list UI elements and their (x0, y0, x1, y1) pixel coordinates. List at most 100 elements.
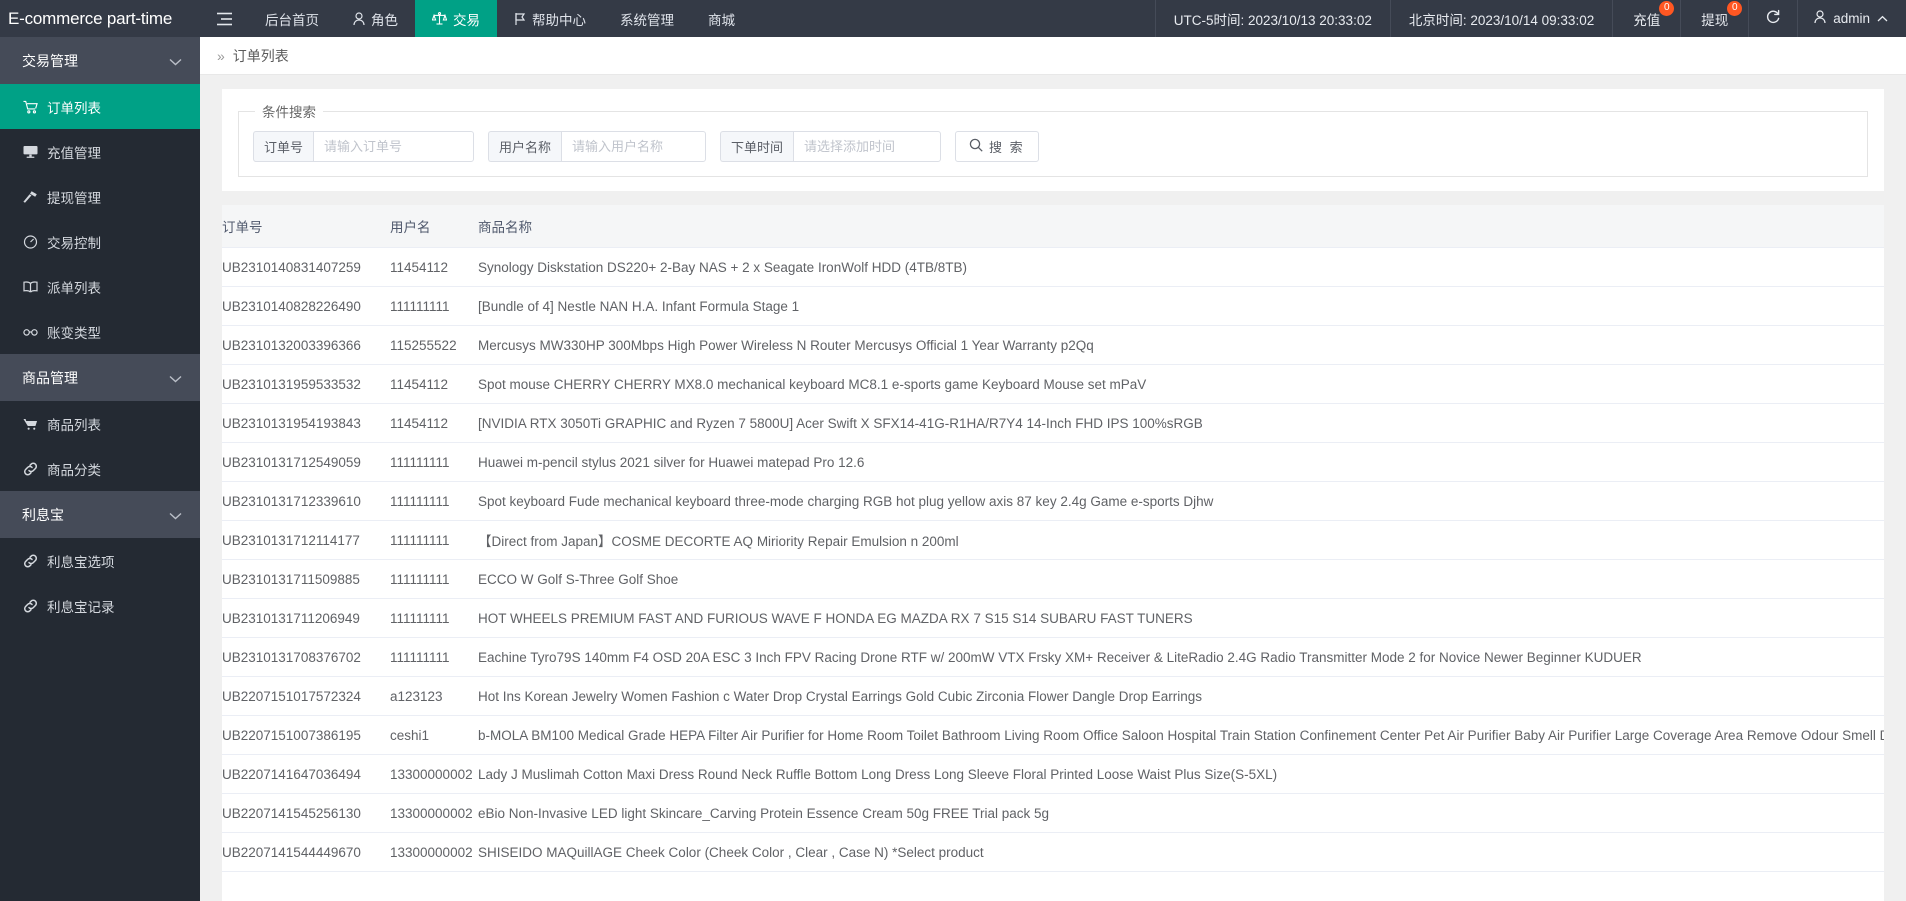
table-row[interactable]: UB2310140831407259 11454112 Synology Disks… (222, 247, 1884, 287)
recharge-button[interactable]: 充值 0 (1612, 0, 1680, 37)
nav-item-mall[interactable]: 商城 (691, 0, 752, 37)
table-row[interactable]: UB2310131959533532 11454112 Spot mouse CHE… (222, 364, 1884, 404)
withdraw-label: 提现 (1701, 12, 1729, 28)
nav-item-label: 系统管理 (620, 12, 674, 28)
sidebar: 交易管理 订单列表 充值管理 提现管理 交易控制 派单列表 账变类型 商品管理 … (0, 37, 200, 901)
table-row[interactable]: UB2310131711206949 111111111 HOT WHEELS PR… (222, 598, 1884, 638)
sidebar-item-withdraw-mgmt[interactable]: 提现管理 (0, 174, 200, 219)
cell-product-name: Spot mouse CHERRY CHERRY MX8.0 mechanica… (478, 364, 1884, 404)
table-row[interactable]: UB2310132003396366 115255522 Mercusys MW33… (222, 325, 1884, 365)
orders-table: 订单号 用户名 商品名称 UB2310140831407259 11454112 S… (222, 205, 1884, 872)
link-icon (22, 462, 38, 476)
table-row[interactable]: UB2207151017572324 a123123 Hot Ins Korean … (222, 676, 1884, 716)
sidebar-item-order-list[interactable]: 订单列表 (0, 84, 200, 129)
flag-icon (514, 12, 526, 26)
user-menu[interactable]: admin (1797, 0, 1906, 37)
scale-icon (432, 11, 447, 26)
withdraw-button[interactable]: 提现 0 (1680, 0, 1748, 37)
cell-product-name: b-MOLA BM100 Medical Grade HEPA Filter A… (478, 715, 1884, 755)
top-header: E-commerce part-time 后台首页 角色 交易 帮助中心 系统管… (0, 0, 1906, 37)
sidebar-item-interest-options[interactable]: 利息宝选项 (0, 538, 200, 583)
sidebar-group-product[interactable]: 商品管理 (0, 354, 200, 401)
search-panel: 条件搜索 订单号 用户名称 下单时间 (222, 89, 1884, 191)
cell-product-name: Huawei m-pencil stylus 2021 silver for H… (478, 442, 1884, 482)
book-icon (22, 280, 38, 294)
hamburger-icon[interactable] (200, 0, 248, 37)
table-row[interactable]: UB2207151007386195 ceshi1 b-MOLA BM100 Med… (222, 715, 1884, 755)
username-input[interactable] (561, 131, 707, 162)
cell-product-name: 【Direct from Japan】COSME DECORTE AQ Miri… (478, 520, 1884, 560)
breadcrumb-current: 订单列表 (232, 47, 289, 64)
table-row[interactable]: UB2207141545256130 13300000002 eBio Non-In… (222, 793, 1884, 833)
sidebar-item-product-category[interactable]: 商品分类 (0, 446, 200, 491)
cell-username: 13300000002 (390, 832, 478, 872)
beijing-time: 北京时间: 2023/10/14 09:33:02 (1389, 0, 1612, 37)
hammer-icon (22, 190, 38, 204)
sidebar-item-label: 提现管理 (47, 190, 101, 206)
sidebar-group-interest[interactable]: 利息宝 (0, 491, 200, 538)
user-name: admin (1833, 11, 1870, 26)
sidebar-item-dispatch-list[interactable]: 派单列表 (0, 264, 200, 309)
sidebar-group-label: 交易管理 (22, 52, 78, 69)
recharge-label: 充值 (1633, 12, 1661, 28)
nav-item-trade[interactable]: 交易 (415, 0, 497, 37)
sidebar-item-account-change-type[interactable]: 账变类型 (0, 309, 200, 354)
sidebar-group-label: 利息宝 (22, 506, 64, 523)
table-row[interactable]: UB2310131954193843 11454112 [NVIDIA RTX 30… (222, 403, 1884, 443)
table-row[interactable]: UB2207141647036494 13300000002 Lady J Musl… (222, 754, 1884, 794)
nav-item-role[interactable]: 角色 (336, 0, 415, 37)
nav-item-system[interactable]: 系统管理 (603, 0, 691, 37)
table-row[interactable]: UB2310131708376702 111111111 Eachine Tyro7… (222, 637, 1884, 677)
cell-username: 111111111 (390, 520, 478, 560)
order-no-input[interactable] (313, 131, 475, 162)
nav-item-home[interactable]: 后台首页 (248, 0, 336, 37)
recharge-badge: 0 (1659, 1, 1675, 16)
nav-item-label: 角色 (371, 12, 398, 28)
search-form-row: 订单号 用户名称 下单时间 (253, 127, 1853, 162)
refresh-icon (1765, 9, 1781, 28)
cell-username: 11454112 (390, 403, 478, 443)
cell-order-no: UB2207151007386195 (222, 715, 390, 755)
withdraw-badge: 0 (1727, 1, 1743, 16)
sidebar-item-label: 利息宝记录 (47, 599, 115, 615)
table-head: 订单号 用户名 商品名称 (222, 205, 1884, 248)
app-brand: E-commerce part-time (8, 8, 173, 28)
cell-order-no: UB2310131711509885 (222, 559, 390, 599)
table-row[interactable]: UB2310131712339610 111111111 Spot keyboard… (222, 481, 1884, 521)
table-row[interactable]: UB2310131712549059 111111111 Huawei m-penc… (222, 442, 1884, 482)
nav-item-help[interactable]: 帮助中心 (497, 0, 603, 37)
sidebar-item-trade-control[interactable]: 交易控制 (0, 219, 200, 264)
search-button[interactable]: 搜 索 (955, 131, 1039, 162)
table-row[interactable]: UB2310131712114177 111111111 【Direct from … (222, 520, 1884, 560)
cell-username: a123123 (390, 676, 478, 716)
avatar-icon (1814, 10, 1826, 27)
sidebar-item-interest-records[interactable]: 利息宝记录 (0, 583, 200, 628)
table-row[interactable]: UB2207141544449670 13300000002 SHISEIDO MA… (222, 832, 1884, 872)
table-row[interactable]: UB2310140828226490 111111111 [Bundle of 4]… (222, 286, 1884, 326)
cell-product-name: Mercusys MW330HP 300Mbps High Power Wire… (478, 325, 1884, 365)
order-time-field: 下单时间 (720, 131, 942, 162)
order-time-input[interactable] (793, 131, 942, 162)
panel-wrapper: 条件搜索 订单号 用户名称 下单时间 (200, 75, 1906, 901)
cell-order-no: UB2310131712114177 (222, 520, 390, 560)
cell-product-name: Hot Ins Korean Jewelry Women Fashion c W… (478, 676, 1884, 716)
sidebar-group-trade[interactable]: 交易管理 (0, 37, 200, 84)
sidebar-item-recharge-mgmt[interactable]: 充值管理 (0, 129, 200, 174)
sidebar-item-product-list[interactable]: 商品列表 (0, 401, 200, 446)
cart-icon (22, 100, 38, 114)
refresh-button[interactable] (1748, 0, 1797, 37)
table-row[interactable]: UB2310131711509885 111111111 ECCO W Golf S… (222, 559, 1884, 599)
cell-product-name: Lady J Muslimah Cotton Maxi Dress Round … (478, 754, 1884, 794)
cell-product-name: ECCO W Golf S-Three Golf Shoe (478, 559, 1884, 599)
search-fieldset: 条件搜索 订单号 用户名称 下单时间 (238, 101, 1868, 177)
cell-order-no: UB2310131711206949 (222, 598, 390, 638)
username-field: 用户名称 (488, 131, 707, 162)
utc-time: UTC-5时间: 2023/10/13 20:33:02 (1154, 0, 1390, 37)
main-nav: 后台首页 角色 交易 帮助中心 系统管理 商城 (248, 0, 752, 37)
cell-order-no: UB2310131712339610 (222, 481, 390, 521)
cell-username: 111111111 (390, 637, 478, 677)
search-button-label: 搜 索 (989, 140, 1025, 155)
cell-username: ceshi1 (390, 715, 478, 755)
cell-username: 111111111 (390, 442, 478, 482)
cell-username: 11454112 (390, 247, 478, 287)
